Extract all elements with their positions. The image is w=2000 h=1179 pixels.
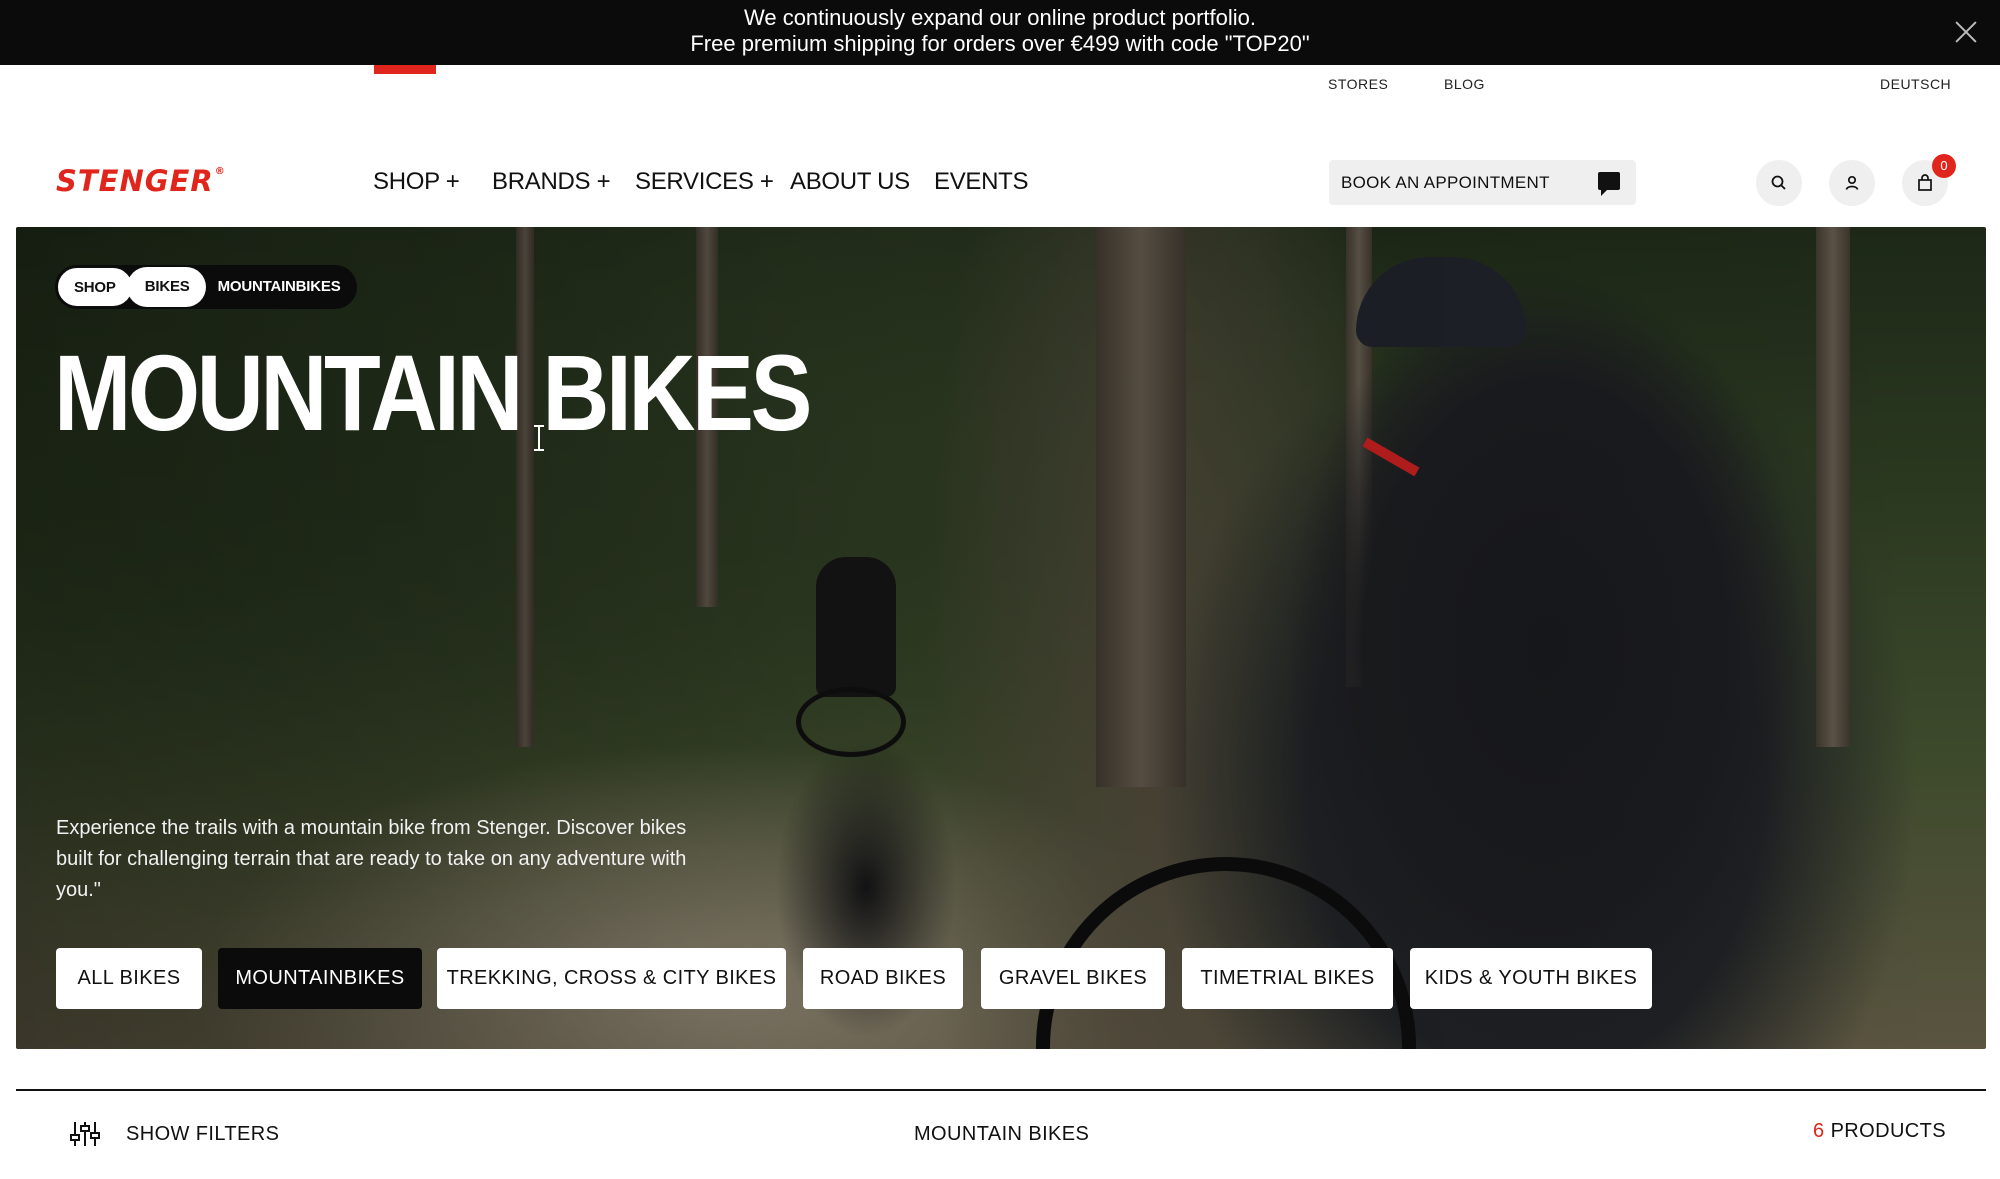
- category-gravel-bikes[interactable]: GRAVEL BIKES: [981, 948, 1165, 1009]
- nav-events[interactable]: EVENTS: [934, 168, 1029, 196]
- breadcrumb-shop[interactable]: SHOP: [57, 267, 133, 307]
- registered-mark: ®: [214, 166, 226, 177]
- breadcrumb-mountainbikes: MOUNTAINBIKES: [217, 278, 341, 295]
- text-cursor-icon: [534, 425, 544, 451]
- product-count-number: 6: [1813, 1120, 1825, 1142]
- category-kids-youth-bikes[interactable]: KIDS & YOUTH BIKES: [1410, 948, 1652, 1009]
- breadcrumb: SHOP BIKES MOUNTAINBIKES: [55, 265, 357, 309]
- category-mountainbikes[interactable]: MOUNTAINBIKES: [218, 948, 422, 1009]
- language-switch[interactable]: DEUTSCH: [1880, 76, 1951, 92]
- filter-sliders-icon[interactable]: [70, 1120, 100, 1148]
- announcement-line-1: We continuously expand our online produc…: [743, 5, 1257, 30]
- close-icon[interactable]: [1954, 20, 1978, 44]
- chat-icon: [1598, 172, 1620, 196]
- blog-link[interactable]: BLOG: [1444, 76, 1485, 92]
- search-icon: [1771, 175, 1786, 190]
- listing-title: MOUNTAIN BIKES: [914, 1123, 1090, 1145]
- book-appointment-button[interactable]: BOOK AN APPOINTMENT: [1329, 160, 1636, 205]
- cart-count-badge: 0: [1932, 154, 1956, 178]
- product-count: 6 PRODUCTS: [1813, 1120, 1946, 1143]
- user-icon: [1845, 175, 1859, 190]
- search-button[interactable]: [1756, 160, 1802, 206]
- nav-about-us[interactable]: ABOUT US: [790, 168, 910, 196]
- active-menu-indicator: [374, 65, 436, 74]
- page-title: MOUNTAIN BIKES: [54, 332, 813, 453]
- logo-text: STENGER: [56, 164, 214, 198]
- book-appointment-label: BOOK AN APPOINTMENT: [1341, 173, 1550, 192]
- nav-shop[interactable]: SHOP +: [373, 168, 460, 196]
- hero-description: Experience the trails with a mountain bi…: [56, 817, 687, 901]
- product-count-label: PRODUCTS: [1830, 1120, 1946, 1142]
- category-all-bikes[interactable]: ALL BIKES: [56, 948, 202, 1009]
- category-timetrial-bikes[interactable]: TIMETRIAL BIKES: [1182, 948, 1393, 1009]
- shopping-bag-icon: [1918, 174, 1932, 191]
- stenger-logo[interactable]: STENGER®: [56, 164, 226, 198]
- breadcrumb-bikes[interactable]: BIKES: [126, 267, 206, 307]
- section-divider: [16, 1089, 1986, 1091]
- announcement-line-2: Free premium shipping for orders over €4…: [690, 31, 1310, 56]
- nav-services[interactable]: SERVICES +: [635, 168, 774, 196]
- category-trekking-cross-city[interactable]: TREKKING, CROSS & CITY BIKES: [437, 948, 786, 1009]
- announcement-bar: We continuously expand our online produc…: [0, 0, 2000, 65]
- account-button[interactable]: [1829, 160, 1875, 206]
- nav-brands[interactable]: BRANDS +: [492, 168, 611, 196]
- stores-link[interactable]: STORES: [1328, 76, 1388, 92]
- category-road-bikes[interactable]: ROAD BIKES: [803, 948, 963, 1009]
- show-filters-button[interactable]: SHOW FILTERS: [126, 1123, 279, 1146]
